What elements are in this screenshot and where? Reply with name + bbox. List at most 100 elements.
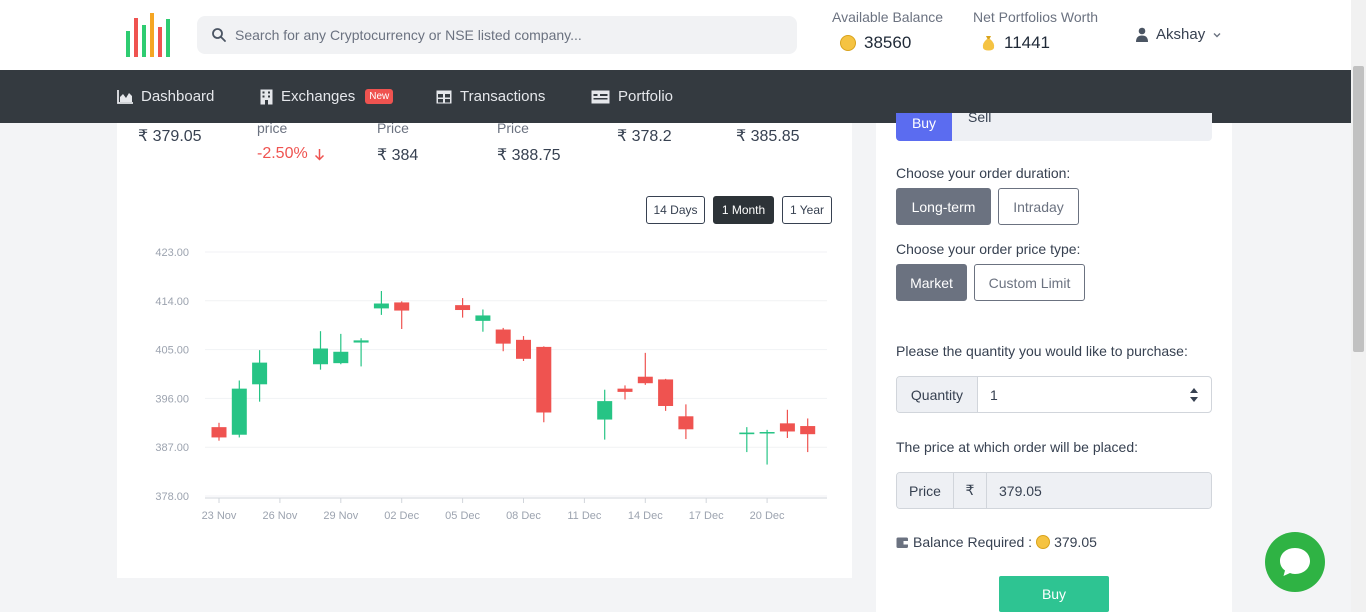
new-badge: New xyxy=(365,89,394,104)
buy-sell-toggle: Buy Sell xyxy=(896,113,1212,141)
user-name: Akshay xyxy=(1156,26,1206,43)
candle-body xyxy=(678,416,694,430)
x-tick-label: 14 Dec xyxy=(628,510,663,522)
stat-value: ₹ 379.05 xyxy=(138,128,202,145)
y-tick-label: 414.00 xyxy=(155,296,189,308)
candle-body xyxy=(658,379,674,406)
search-input[interactable] xyxy=(235,16,785,54)
order-panel: Buy Sell Choose your order duration: Lon… xyxy=(876,113,1232,612)
candle-body xyxy=(353,340,369,343)
quantity-value: 1 xyxy=(990,386,998,403)
candle-body xyxy=(617,388,633,392)
candle-body xyxy=(779,423,795,432)
custom-limit-button[interactable]: Custom Limit xyxy=(974,264,1085,301)
quantity-addon: Quantity xyxy=(897,377,978,412)
x-tick-label: 20 Dec xyxy=(750,510,785,522)
y-tick-label: 378.00 xyxy=(155,491,189,503)
price-prompt: The price at which order will be placed: xyxy=(896,439,1139,455)
candle-body xyxy=(252,362,268,385)
user-menu[interactable]: Akshay xyxy=(1135,26,1222,43)
nav-portfolio[interactable]: Portfolio xyxy=(591,70,673,123)
nav-exchanges-label: Exchanges xyxy=(281,88,356,105)
nav-exchanges[interactable]: Exchanges New xyxy=(260,70,394,123)
available-balance: Available Balance 38560 xyxy=(832,9,943,53)
top-header: Available Balance 38560 Net Portfolios W… xyxy=(0,0,1351,70)
table-icon xyxy=(436,90,452,103)
building-icon xyxy=(260,89,273,105)
search-icon xyxy=(212,28,226,42)
long-term-button[interactable]: Long-term xyxy=(896,188,991,225)
logo-icon[interactable] xyxy=(125,13,173,57)
candle-body xyxy=(637,376,653,384)
range-1-month-button[interactable]: 1 Month xyxy=(713,196,774,224)
y-tick-label: 396.00 xyxy=(155,393,189,405)
currency-addon: ₹ xyxy=(954,473,987,508)
candle-body xyxy=(373,303,389,309)
intraday-button[interactable]: Intraday xyxy=(998,188,1079,225)
candlestick-chart: 423.00 414.00 405.00 396.00 387.00 378.00 23 N… xyxy=(155,247,827,522)
nav-dashboard-label: Dashboard xyxy=(141,88,215,105)
stat-label: Price xyxy=(377,120,409,136)
stat-price-change: price -2.50% xyxy=(257,120,325,163)
candle-body xyxy=(739,432,755,435)
balance-required-label: Balance Required : xyxy=(913,534,1033,550)
x-tick-label: 23 Nov xyxy=(202,510,237,522)
nav-transactions[interactable]: Transactions xyxy=(436,70,545,123)
x-tick-label: 08 Dec xyxy=(506,510,541,522)
chevron-down-icon xyxy=(1213,32,1221,37)
price-type-label: Choose your order price type: xyxy=(896,241,1081,257)
x-tick-label: 26 Nov xyxy=(262,510,297,522)
range-14-days-button[interactable]: 14 Days xyxy=(646,196,705,224)
sell-tab[interactable]: Sell xyxy=(968,113,991,125)
market-button[interactable]: Market xyxy=(896,264,967,301)
range-1-year-button[interactable]: 1 Year xyxy=(782,196,832,224)
available-balance-label: Available Balance xyxy=(832,9,944,25)
y-tick-label: 423.00 xyxy=(155,247,189,259)
y-tick-label: 387.00 xyxy=(155,442,189,454)
buy-tab[interactable]: Buy xyxy=(896,113,952,141)
net-portfolio-worth: Net Portfolios Worth 11441 xyxy=(973,9,1098,53)
x-tick-label: 05 Dec xyxy=(445,510,480,522)
candle-body xyxy=(231,388,247,435)
candle-body xyxy=(536,346,552,413)
price-value: 379.05 xyxy=(999,482,1042,499)
chat-widget-button[interactable] xyxy=(1265,532,1325,592)
stat-label: Price xyxy=(497,120,529,136)
candle-body xyxy=(211,427,227,438)
stat-high: ₹ 385.85 xyxy=(736,126,800,146)
stat-price-a: Price ₹ 384 xyxy=(377,120,418,165)
nav-portfolio-label: Portfolio xyxy=(618,88,674,105)
area-chart-icon xyxy=(117,89,133,104)
money-bill-icon xyxy=(591,90,610,103)
x-tick-label: 02 Dec xyxy=(384,510,419,522)
scrollbar-thumb[interactable] xyxy=(1353,66,1364,352)
money-bag-icon xyxy=(982,36,995,51)
wallet-icon xyxy=(896,537,909,548)
arrow-down-icon xyxy=(314,148,324,161)
coin-icon xyxy=(1036,535,1051,549)
net-worth-label: Net Portfolios Worth xyxy=(973,9,1099,25)
spinner-arrows-icon[interactable] xyxy=(1189,386,1199,404)
stat-value: -2.50% xyxy=(257,145,308,162)
candle-body xyxy=(455,305,471,311)
stat-low: ₹ 378.2 xyxy=(617,126,672,146)
user-icon xyxy=(1136,27,1148,42)
quantity-stepper[interactable]: 1 xyxy=(978,377,1211,412)
nav-transactions-label: Transactions xyxy=(460,88,546,105)
quantity-prompt: Please the quantity you would like to pu… xyxy=(896,343,1188,359)
search-bar[interactable] xyxy=(197,16,797,54)
stat-label: price xyxy=(257,120,288,136)
chat-bubble-icon xyxy=(1280,548,1310,576)
buy-button[interactable]: Buy xyxy=(999,576,1109,612)
balance-required-value: 379.05 xyxy=(1054,534,1097,550)
candle-body xyxy=(333,351,349,364)
candle-body xyxy=(800,426,816,435)
stat-current-price: ₹ 379.05 xyxy=(138,126,202,146)
available-balance-value: 38560 xyxy=(864,33,912,52)
nav-dashboard[interactable]: Dashboard xyxy=(117,70,214,123)
coin-icon xyxy=(840,35,856,51)
x-tick-label: 17 Dec xyxy=(689,510,724,522)
candle-body xyxy=(495,329,511,344)
candle-body xyxy=(597,401,613,420)
quantity-input-group: Quantity 1 xyxy=(896,376,1212,413)
